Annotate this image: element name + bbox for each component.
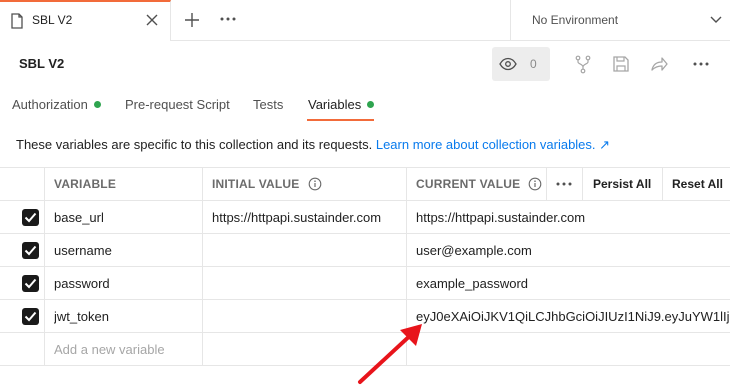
checkmark-icon (24, 212, 37, 223)
watch-button[interactable]: 0 (492, 47, 550, 81)
learn-more-link[interactable]: Learn more about collection variables. ↗ (376, 137, 610, 152)
document-icon (11, 13, 23, 29)
save-icon (613, 56, 629, 72)
persist-all-button[interactable]: Persist All (593, 168, 651, 200)
watch-count: 0 (530, 57, 537, 71)
checkmark-icon (24, 311, 37, 322)
checkmark-icon (24, 245, 37, 256)
column-divider (662, 167, 663, 201)
tab-title: SBL V2 (32, 13, 73, 27)
new-tab-icon[interactable] (184, 12, 200, 28)
current-value[interactable]: eyJ0eXAiOiJKV1QiLCJhbGciOiJIUzI1NiJ9.eyJ… (416, 300, 730, 332)
current-value[interactable]: example_password (416, 267, 730, 299)
variable-name[interactable]: base_url (54, 201, 104, 233)
column-current-label: CURRENT VALUE (416, 177, 521, 191)
row-checkbox[interactable] (22, 209, 39, 226)
environment-label: No Environment (532, 13, 619, 27)
tab-pre-request-script[interactable]: Pre-request Script (125, 97, 230, 112)
checkmark-icon (24, 278, 37, 289)
tab-variables[interactable]: Variables (308, 97, 375, 112)
tab-bar: SBL V2 No Environment (0, 0, 730, 41)
tab-pre-request-label: Pre-request Script (125, 97, 230, 112)
info-icon[interactable] (308, 177, 322, 191)
share-button[interactable] (642, 47, 676, 81)
column-initial-value: INITIAL VALUE (212, 168, 322, 200)
column-divider (202, 167, 203, 365)
row-checkbox[interactable] (22, 242, 39, 259)
variable-name[interactable]: username (54, 234, 112, 266)
row-checkbox[interactable] (22, 275, 39, 292)
status-dot (367, 101, 375, 108)
info-icon[interactable] (528, 177, 542, 191)
new-variable-input[interactable]: Add a new variable (54, 333, 165, 365)
environment-selector[interactable]: No Environment (510, 0, 730, 41)
more-icon (693, 62, 709, 66)
collection-tab[interactable]: SBL V2 (0, 0, 171, 41)
fork-button[interactable] (566, 47, 600, 81)
chevron-down-icon (710, 16, 722, 23)
fork-icon (575, 55, 591, 74)
variable-name[interactable]: password (54, 267, 110, 299)
table-row: base_url https://httpapi.sustainder.com … (0, 201, 730, 234)
column-variable: VARIABLE (54, 177, 117, 191)
close-icon[interactable] (144, 12, 160, 28)
table-row: password example_password (0, 267, 730, 300)
eye-icon (499, 57, 517, 71)
reset-all-button[interactable]: Reset All (672, 168, 723, 200)
variable-name[interactable]: jwt_token (54, 300, 109, 332)
current-value[interactable]: user@example.com (416, 234, 730, 266)
variables-info: These variables are specific to this col… (16, 137, 610, 153)
collection-title: SBL V2 (19, 56, 65, 71)
tab-authorization[interactable]: Authorization (12, 97, 101, 112)
column-current-value: CURRENT VALUE (416, 168, 542, 200)
more-icon (556, 182, 572, 186)
active-tab-indicator (307, 119, 374, 121)
current-value[interactable]: https://httpapi.sustainder.com (416, 201, 730, 233)
tab-tests[interactable]: Tests (253, 97, 283, 112)
share-icon (651, 57, 668, 71)
table-row: username user@example.com (0, 234, 730, 267)
column-divider (546, 167, 547, 201)
status-dot (93, 101, 101, 108)
initial-value[interactable]: https://httpapi.sustainder.com (212, 201, 381, 233)
column-initial-label: INITIAL VALUE (212, 177, 300, 191)
column-divider (44, 167, 45, 365)
more-tabs-icon[interactable] (220, 16, 236, 22)
tab-variables-label: Variables (308, 97, 362, 112)
column-divider (582, 167, 583, 201)
table-header-row: VARIABLE INITIAL VALUE CURRENT VALUE Per… (0, 167, 730, 201)
info-text: These variables are specific to this col… (16, 137, 376, 152)
annotation-arrow-icon (358, 324, 422, 384)
tab-tests-label: Tests (253, 97, 284, 112)
collection-subtabs: Authorization Pre-request Script Tests V… (0, 94, 730, 122)
table-more-button[interactable] (556, 168, 572, 200)
row-checkbox[interactable] (22, 308, 39, 325)
save-button[interactable] (604, 47, 638, 81)
tab-authorization-label: Authorization (12, 97, 88, 112)
more-actions-button[interactable] (684, 47, 718, 81)
